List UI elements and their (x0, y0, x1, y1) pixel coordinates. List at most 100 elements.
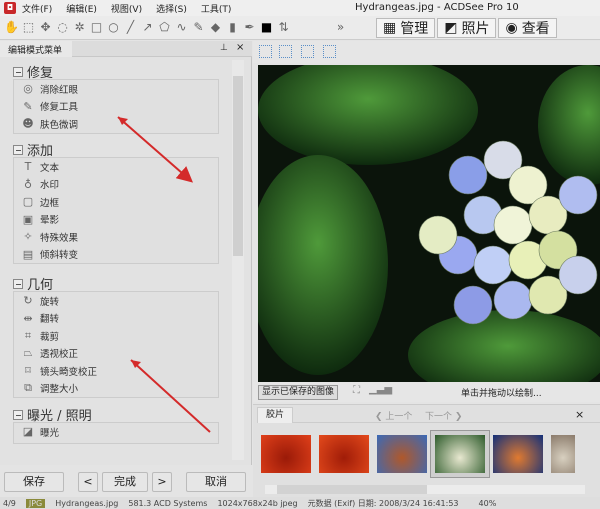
magic-wand-icon[interactable]: ✲ (72, 20, 87, 35)
menu-item[interactable]: ⇹ 翻转 (14, 310, 218, 328)
collapse-icon[interactable] (13, 66, 23, 77)
line-icon[interactable]: ╱ (123, 20, 138, 35)
scrollbar-thumb[interactable] (233, 76, 243, 256)
petal (448, 155, 488, 195)
filmstrip: 胶片 ❮ 上一个 下一个 ❯ × (253, 404, 600, 497)
panel-scrollbar[interactable] (232, 60, 244, 460)
filmstrip-thumbnail[interactable] (319, 435, 369, 473)
status-size: 581.3 ACD Systems (128, 498, 208, 508)
tool-icon: ✎ (23, 99, 33, 113)
mode-photos-button[interactable]: ◩ 照片 (437, 17, 497, 38)
status-dims: 1024x768x24b jpeg (217, 498, 298, 508)
menu-item[interactable]: ⌗ 裁剪 (14, 327, 218, 345)
status-filename: Hydrangeas.jpg (55, 498, 119, 508)
tool-icon: ◪ (22, 425, 34, 439)
menu-edit[interactable]: 编辑(E) (66, 2, 97, 15)
menu-item[interactable]: ✧ 特殊效果 (14, 228, 218, 246)
swap-colors-icon[interactable]: ⇅ (276, 20, 291, 35)
tool-icon: ⏢ (23, 346, 33, 360)
tool-icon: T (24, 160, 32, 174)
menu-item[interactable]: ⏢ 透视校正 (14, 345, 218, 363)
menu-file[interactable]: 文件(F) (22, 2, 52, 15)
cancel-button[interactable]: 取消 (186, 472, 246, 492)
show-selection-icon[interactable] (323, 45, 336, 58)
menu-item[interactable]: ☻ 肤色微调 (14, 115, 218, 133)
add-selection-icon[interactable] (279, 45, 292, 58)
image-toolbar (253, 41, 600, 63)
menu-item[interactable]: ◪ 曝光 (14, 423, 218, 441)
mode-view-button[interactable]: ◉ 查看 (498, 17, 557, 38)
curve-icon[interactable]: ∿ (174, 20, 189, 35)
collapse-icon[interactable] (13, 409, 23, 420)
subtract-selection-icon[interactable] (301, 45, 314, 58)
collapse-icon[interactable] (13, 144, 23, 155)
menu-tools[interactable]: 工具(T) (201, 2, 232, 15)
menu-item[interactable]: ♁ 水印 (14, 176, 218, 194)
pin-icon[interactable]: ⊥ (220, 43, 228, 53)
filmstrip-next[interactable]: 下一个 ❯ (425, 409, 462, 422)
section-body: ◪ 曝光 (13, 422, 219, 444)
fullscreen-icon[interactable]: ⛶ (353, 385, 360, 396)
tab-filmstrip[interactable]: 胶片 (257, 407, 293, 423)
more-icon[interactable]: » (333, 20, 348, 35)
tool-icon: ▢ (22, 195, 34, 209)
histogram-icon[interactable]: ▁▃▅ (369, 384, 392, 395)
status-index: 4/9 (3, 498, 16, 508)
menu-item[interactable]: ▣ 晕影 (14, 211, 218, 229)
filmstrip-prev[interactable]: ❮ 上一个 (375, 409, 412, 422)
select-all-icon[interactable] (259, 45, 272, 58)
select-icon[interactable]: ⬚ (21, 20, 36, 35)
filmstrip-thumbnail[interactable] (377, 435, 427, 473)
menu-item[interactable]: ◎ 消除红眼 (14, 80, 218, 98)
mode-manage-button[interactable]: ▦ 管理 (376, 17, 436, 38)
move-icon[interactable]: ✥ (38, 20, 53, 35)
petal (418, 215, 458, 255)
eyedropper-icon[interactable]: ✒ (242, 20, 257, 35)
tool-icon: ↻ (23, 294, 33, 308)
collapse-icon[interactable] (13, 278, 23, 289)
filmstrip-thumbnail[interactable] (551, 435, 575, 473)
done-button[interactable]: 完成 (102, 472, 148, 492)
arrow-icon[interactable]: ↗ (140, 20, 155, 35)
menu-item[interactable]: T 文本 (14, 158, 218, 176)
menu-item[interactable]: ⌑ 镜头畸变校正 (14, 362, 218, 380)
tool-icon: ♁ (23, 177, 33, 191)
filmstrip-scrollbar[interactable] (265, 485, 585, 494)
menu-item[interactable]: ▢ 边框 (14, 193, 218, 211)
panel-title: 编辑模式菜单 (8, 46, 63, 56)
polygon-icon[interactable]: ⬠ (157, 20, 172, 35)
menu-item[interactable]: ✎ 修复工具 (14, 98, 218, 116)
prev-button[interactable]: < (78, 472, 98, 492)
app-icon: ◘ (4, 2, 16, 14)
section-body: T 文本 ♁ 水印 ▢ 边框 ▣ 晕影 ✧ 特殊效果 ▤ 倾斜转变 (13, 157, 219, 264)
image-view[interactable] (258, 65, 600, 382)
tool-icon: ✧ (23, 230, 33, 244)
filmstrip-thumbnail[interactable] (493, 435, 543, 473)
close-icon[interactable]: × (236, 42, 244, 53)
menu-item[interactable]: ▤ 倾斜转变 (14, 246, 218, 264)
next-button[interactable]: > (152, 472, 172, 492)
lasso-icon[interactable]: ◌ (55, 20, 70, 35)
save-button[interactable]: 保存 (4, 472, 64, 492)
filmstrip-close-icon[interactable]: × (575, 408, 584, 421)
color-swatch-icon[interactable]: ■ (259, 20, 274, 35)
menu-view[interactable]: 视图(V) (111, 2, 142, 15)
fill-icon[interactable]: ◆ (208, 20, 223, 35)
petal (493, 205, 533, 245)
show-saved-image-button[interactable]: 显示已保存的图像 (258, 385, 339, 400)
menu-item[interactable]: ↻ 旋转 (14, 292, 218, 310)
menu-item[interactable]: ⧉ 调整大小 (14, 380, 218, 398)
hand-icon[interactable]: ✋ (4, 20, 19, 35)
viewer-footer: 显示已保存的图像 ⛶ ▁▃▅ 单击并拖动以绘制... (253, 382, 600, 402)
petal (493, 280, 533, 320)
filmstrip-thumbnail[interactable] (431, 431, 489, 477)
ellipse-icon[interactable]: ○ (106, 20, 121, 35)
status-bar: 4/9 JPG Hydrangeas.jpg 581.3 ACD Systems… (0, 497, 600, 509)
brush-icon[interactable]: ✎ (191, 20, 206, 35)
menu-select[interactable]: 选择(S) (156, 2, 187, 15)
gradient-icon[interactable]: ▮ (225, 20, 240, 35)
petal (453, 285, 493, 325)
photos-icon: ◩ (444, 19, 458, 36)
rectangle-icon[interactable]: □ (89, 20, 104, 35)
filmstrip-thumbnail[interactable] (261, 435, 311, 473)
